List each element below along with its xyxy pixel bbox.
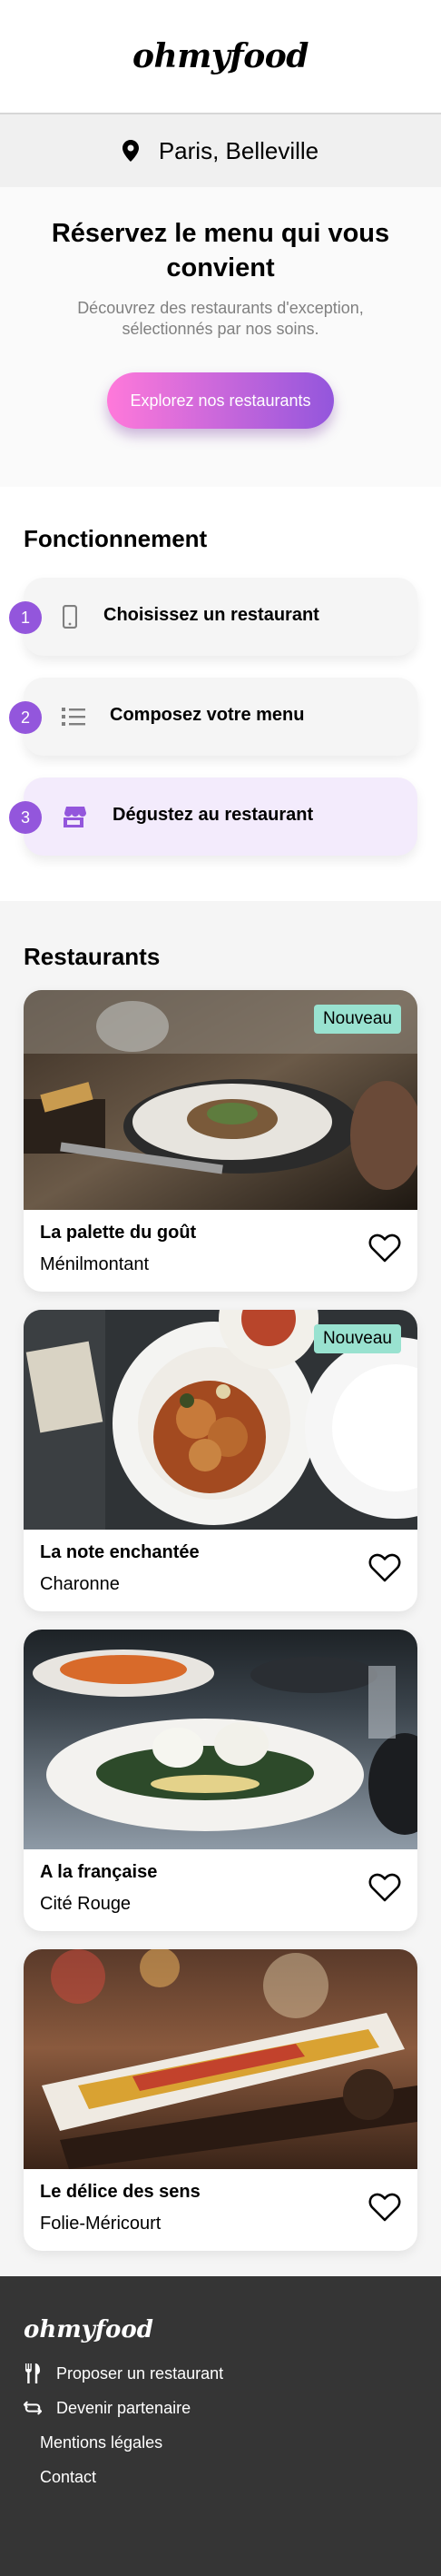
hero-section: Réservez le menu qui vous convient Décou… xyxy=(0,187,441,487)
restaurant-name: La note enchantée xyxy=(40,1542,200,1562)
restaurant-photo: Nouveau xyxy=(24,1310,417,1530)
step-enjoy-restaurant[interactable]: 3 Dégustez au restaurant xyxy=(9,778,417,856)
location-city: Paris, Belleville xyxy=(158,136,319,164)
mobile-phone-icon xyxy=(56,603,83,630)
restaurant-card[interactable]: Le délice des sens Folie-Méricourt xyxy=(24,1949,417,2251)
section-title-how: Fonctionnement xyxy=(24,525,208,552)
site-footer: ohmyfood Proposer un restaurant Devenir … xyxy=(0,2276,441,2576)
step-choose-restaurant[interactable]: 1 Choisissez un restaurant xyxy=(9,578,417,656)
restaurant-photo: Nouveau xyxy=(24,990,417,1210)
heart-icon[interactable] xyxy=(368,1234,401,1263)
step-label: Choisissez un restaurant xyxy=(103,605,319,625)
restaurant-card[interactable]: Nouveau La palette du goût Ménilmontant xyxy=(24,990,417,1292)
heart-icon[interactable] xyxy=(368,2193,401,2222)
footer-link-label: Contact xyxy=(40,2467,97,2486)
step-number: 1 xyxy=(9,601,42,634)
footer-link-contact[interactable]: Contact xyxy=(40,2465,96,2489)
site-header: ohmyfood xyxy=(0,0,441,113)
footer-link-propose-restaurant[interactable]: Proposer un restaurant xyxy=(24,2362,223,2385)
footer-link-label: Proposer un restaurant xyxy=(56,2363,224,2383)
utensils-icon xyxy=(24,2363,42,2383)
restaurant-photo xyxy=(24,1630,417,1849)
store-icon xyxy=(60,803,87,830)
restaurant-name: Le délice des sens xyxy=(40,2182,201,2202)
footer-link-label: Devenir partenaire xyxy=(56,2398,191,2417)
map-pin-icon xyxy=(122,140,139,162)
step-label: Dégustez au restaurant xyxy=(113,805,314,825)
section-title-restaurants: Restaurants xyxy=(24,943,161,970)
footer-link-legal-notice[interactable]: Mentions légales xyxy=(40,2431,162,2454)
new-badge: Nouveau xyxy=(313,1005,401,1034)
new-badge: Nouveau xyxy=(313,1324,401,1353)
restaurant-area: Folie-Méricourt xyxy=(40,2214,162,2234)
list-icon xyxy=(60,703,87,730)
heart-icon[interactable] xyxy=(368,1553,401,1582)
hero-title: Réservez le menu qui vous convient xyxy=(51,219,390,282)
step-label: Composez votre menu xyxy=(110,705,305,725)
restaurant-photo xyxy=(24,1949,417,2169)
step-number: 3 xyxy=(9,801,42,834)
restaurants-section: Restaurants Nouveau La palette du goût M… xyxy=(0,901,441,2276)
footer-link-become-partner[interactable]: Devenir partenaire xyxy=(24,2396,191,2420)
explore-restaurants-button[interactable]: Explorez nos restaurants xyxy=(107,372,334,429)
location-bar: Paris, Belleville xyxy=(0,113,441,187)
restaurant-name: La palette du goût xyxy=(40,1223,197,1243)
how-it-works-section: Fonctionnement 1 Choisissez un restauran… xyxy=(0,487,441,901)
footer-logo[interactable]: ohmyfood xyxy=(24,2316,153,2343)
restaurant-area: Charonne xyxy=(40,1574,120,1594)
handshake-icon xyxy=(24,2399,42,2417)
restaurant-card[interactable]: A la française Cité Rouge xyxy=(24,1630,417,1931)
footer-link-label: Mentions légales xyxy=(40,2432,163,2452)
logo[interactable]: ohmyfood xyxy=(132,37,309,75)
restaurant-area: Ménilmontant xyxy=(40,1254,150,1274)
restaurant-area: Cité Rouge xyxy=(40,1894,132,1914)
hero-subtitle: Découvrez des restaurants d'exception, s… xyxy=(77,299,364,338)
heart-icon[interactable] xyxy=(368,1873,401,1902)
step-compose-menu[interactable]: 2 Composez votre menu xyxy=(9,678,417,756)
step-number: 2 xyxy=(9,701,42,734)
restaurant-name: A la française xyxy=(40,1862,158,1882)
restaurant-card[interactable]: Nouveau La note enchantée Charonne xyxy=(24,1310,417,1611)
